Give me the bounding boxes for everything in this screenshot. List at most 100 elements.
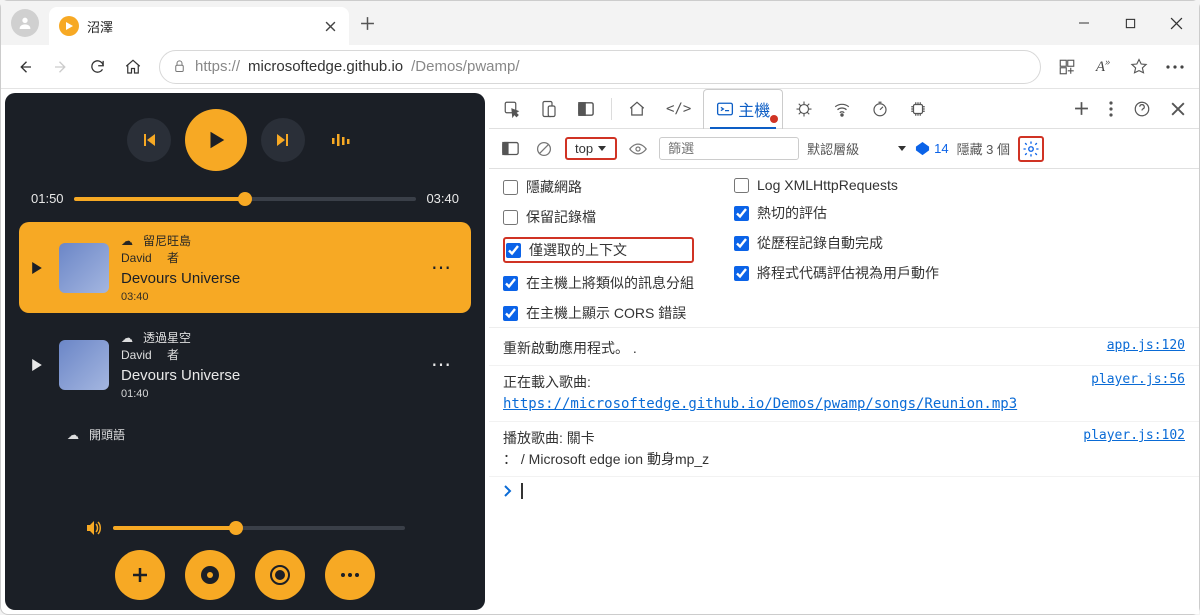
devtools-pane: </> 主機 top: [489, 89, 1199, 614]
message-link[interactable]: https://microsoftedge.github.io/Demos/pw…: [503, 396, 1017, 412]
lock-icon: [172, 59, 187, 74]
url-path: /Demos/pwamp/: [411, 58, 519, 75]
console-message: 播放歌曲: 關卡 ： / Microsoft edge ion 動身mp_z p…: [489, 422, 1199, 477]
track-row[interactable]: 透過星空 David 者 Devours Universe 01:40 ⋯: [19, 319, 471, 410]
console-sidebar-toggle[interactable]: [497, 136, 523, 162]
checkbox-user-activation[interactable]: 將程式代碼評估視為用戶動作: [734, 263, 939, 283]
console-message: 正在載入歌曲: https://microsoftedge.github.io/…: [489, 366, 1199, 422]
play-icon: [59, 16, 79, 36]
log-level-selector[interactable]: 默認層級: [807, 139, 907, 158]
disc-button[interactable]: [185, 550, 235, 600]
checkbox-log-xhr[interactable]: Log XMLHttpRequests: [734, 177, 939, 193]
devtools-tabs: </> 主機: [489, 89, 1199, 129]
checkbox-show-cors[interactable]: 在主機上顯示 CORS 錯誤: [503, 303, 694, 323]
visualizer-button[interactable]: [319, 132, 363, 148]
checkbox-preserve-log[interactable]: 保留記錄檔: [503, 207, 694, 227]
play-icon: [31, 262, 51, 274]
play-icon: [31, 359, 51, 371]
inspect-icon[interactable]: [495, 89, 529, 129]
add-button[interactable]: [115, 550, 165, 600]
close-devtools-button[interactable]: [1163, 89, 1193, 129]
tab-performance[interactable]: [863, 89, 897, 129]
error-badge-icon: [770, 115, 778, 123]
console-settings-panel: 隱藏網路 保留記錄檔 僅選取的上下文 在主機上將類似的訊息分組 在主機上顯示 C…: [489, 169, 1199, 328]
track-more-button[interactable]: ⋯: [425, 255, 459, 280]
play-button[interactable]: [185, 109, 247, 171]
url-scheme: https://: [195, 58, 240, 75]
track-title: Devours Universe: [121, 367, 425, 384]
checkbox-hide-network[interactable]: 隱藏網路: [503, 177, 694, 197]
track-row[interactable]: 留尼旺島 David 者 Devours Universe 03:40 ⋯: [19, 222, 471, 313]
volume-slider[interactable]: [113, 526, 405, 530]
issues-button[interactable]: 14: [915, 141, 948, 156]
maximize-button[interactable]: [1107, 1, 1153, 45]
context-selector[interactable]: top: [565, 137, 617, 160]
tab-sources[interactable]: [787, 89, 821, 129]
track-duration: 01:40: [121, 388, 425, 400]
previous-button[interactable]: [127, 118, 171, 162]
close-tab-button[interactable]: [321, 17, 339, 35]
url-host: microsoftedge.github.io: [248, 58, 403, 75]
navbar: https:// microsoftedge.github.io/Demos/pw…: [1, 45, 1199, 89]
checkbox-autocomplete[interactable]: 從歷程記錄自動完成: [734, 233, 939, 253]
player-pane: 01:50 03:40 留尼旺島 David 者 Devours Univers…: [5, 93, 485, 610]
next-button[interactable]: [261, 118, 305, 162]
more-button[interactable]: [325, 550, 375, 600]
track-row[interactable]: 開頭語: [19, 416, 471, 453]
tab-elements[interactable]: </>: [658, 89, 699, 129]
console-toolbar: top 默認層級 14 隱藏 3 個: [489, 129, 1199, 169]
track-subtitle: 開頭語: [67, 426, 459, 443]
seek-slider[interactable]: [74, 197, 417, 201]
track-duration: 03:40: [121, 291, 425, 303]
track-more-button[interactable]: ⋯: [425, 352, 459, 377]
tab-memory[interactable]: [901, 89, 935, 129]
message-source-link[interactable]: player.js:56: [1091, 372, 1185, 415]
new-tab-button[interactable]: [349, 1, 385, 45]
back-button[interactable]: [7, 49, 43, 85]
checkbox-selected-context[interactable]: 僅選取的上下文: [503, 237, 694, 263]
volume-icon: [85, 520, 103, 536]
refresh-button[interactable]: [79, 49, 115, 85]
checkbox-group-similar[interactable]: 在主機上將類似的訊息分組: [503, 273, 694, 293]
message-source-link[interactable]: player.js:102: [1083, 428, 1185, 470]
tab-welcome[interactable]: [620, 89, 654, 129]
console-output: 重新啟動應用程式。 . app.js:120 正在載入歌曲: https://m…: [489, 328, 1199, 614]
titlebar: 沼澤: [1, 1, 1199, 45]
record-button[interactable]: [255, 550, 305, 600]
help-button[interactable]: [1125, 89, 1159, 129]
url-bar[interactable]: https:// microsoftedge.github.io/Demos/pw…: [159, 50, 1041, 84]
profile-avatar[interactable]: [11, 9, 39, 37]
album-art: [59, 340, 109, 390]
favorite-button[interactable]: [1121, 49, 1157, 85]
devtools-more-button[interactable]: [1101, 89, 1121, 129]
checkbox-eager-eval[interactable]: 熱切的評估: [734, 203, 939, 223]
filter-input[interactable]: [659, 137, 799, 160]
browser-tab[interactable]: 沼澤: [49, 7, 349, 45]
tab-console-label: 主機: [738, 97, 770, 121]
menu-button[interactable]: [1157, 49, 1193, 85]
dock-icon[interactable]: [569, 89, 603, 129]
minimize-button[interactable]: [1061, 1, 1107, 45]
message-source-link[interactable]: app.js:120: [1107, 338, 1185, 359]
track-subtitle: 透過星空: [121, 329, 425, 346]
home-button[interactable]: [115, 49, 151, 85]
album-art: [59, 243, 109, 293]
more-tabs-button[interactable]: [1066, 89, 1097, 129]
read-aloud-icon[interactable]: A»: [1085, 49, 1121, 85]
tab-console[interactable]: 主機: [703, 89, 783, 129]
console-message: 重新啟動應用程式。 . app.js:120: [489, 332, 1199, 366]
console-prompt[interactable]: [489, 477, 1199, 505]
close-window-button[interactable]: [1153, 1, 1199, 45]
tab-network[interactable]: [825, 89, 859, 129]
track-title: Devours Universe: [121, 270, 425, 287]
clear-console-button[interactable]: [531, 136, 557, 162]
app-install-icon[interactable]: [1049, 49, 1085, 85]
time-total: 03:40: [426, 191, 459, 206]
console-settings-button[interactable]: [1018, 136, 1044, 162]
forward-button: [43, 49, 79, 85]
hidden-count: 隱藏 3 個: [957, 139, 1010, 158]
live-expression-button[interactable]: [625, 136, 651, 162]
device-icon[interactable]: [533, 89, 565, 129]
tab-title: 沼澤: [87, 17, 321, 36]
context-value: top: [575, 141, 593, 156]
